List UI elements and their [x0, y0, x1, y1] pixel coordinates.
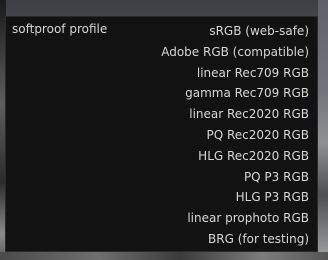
profile-option-hlg-rec2020[interactable]: HLG Rec2020 RGB — [161, 146, 309, 167]
profile-option-linear-rec709[interactable]: linear Rec709 RGB — [161, 63, 309, 84]
softproof-profile-dropdown[interactable]: softproof profile sRGB (web-safe) Adobe … — [5, 16, 318, 252]
profile-option-hlg-p3[interactable]: HLG P3 RGB — [161, 187, 309, 208]
profile-option-adobe-rgb[interactable]: Adobe RGB (compatible) — [161, 42, 309, 63]
profile-option-linear-prophoto[interactable]: linear prophoto RGB — [161, 208, 309, 229]
profile-option-gamma-rec709[interactable]: gamma Rec709 RGB — [161, 83, 309, 104]
background-image-bottom-edge — [0, 252, 328, 260]
profile-option-srgb[interactable]: sRGB (web-safe) — [161, 21, 309, 42]
softproof-profile-label: softproof profile — [12, 22, 108, 36]
profile-option-pq-rec2020[interactable]: PQ Rec2020 RGB — [161, 125, 310, 146]
profile-option-brg-testing[interactable]: BRG (for testing) — [161, 229, 309, 250]
background-image-right-edge — [318, 0, 328, 260]
profile-option-list: sRGB (web-safe) Adobe RGB (compatible) l… — [161, 21, 309, 250]
profile-option-linear-rec2020[interactable]: linear Rec2020 RGB — [161, 104, 309, 125]
profile-option-pq-p3[interactable]: PQ P3 RGB — [161, 167, 309, 188]
